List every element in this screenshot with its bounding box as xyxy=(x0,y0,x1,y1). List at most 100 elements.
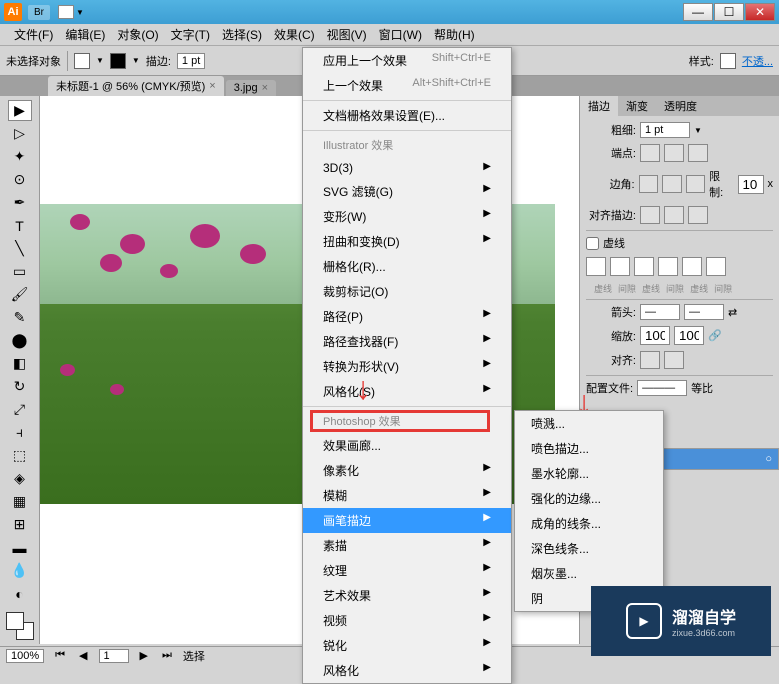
menu-file[interactable]: 文件(F) xyxy=(8,24,59,45)
blend-tool[interactable]: ◐ xyxy=(8,583,32,604)
scale-2[interactable] xyxy=(674,326,704,345)
corner-bevel[interactable] xyxy=(686,175,706,193)
arrow-start[interactable]: — xyxy=(640,304,680,320)
submenu-ink-outlines[interactable]: 墨水轮廓... xyxy=(515,461,663,486)
paintbrush-tool[interactable]: 🖌 xyxy=(8,284,32,305)
menu-3d[interactable]: 3D(3)▶ xyxy=(303,157,511,179)
gradient-tool[interactable]: ▬ xyxy=(8,537,32,558)
menu-select[interactable]: 选择(S) xyxy=(216,24,268,45)
dash-3[interactable] xyxy=(682,257,702,276)
menu-svg-filter[interactable]: SVG 滤镜(G)▶ xyxy=(303,179,511,204)
align-arrow-1[interactable] xyxy=(640,351,660,369)
menu-doc-raster[interactable]: 文档栅格效果设置(E)... xyxy=(303,103,511,128)
submenu-sprayed-strokes[interactable]: 喷色描边... xyxy=(515,436,663,461)
menu-warp[interactable]: 变形(W)▶ xyxy=(303,204,511,229)
eraser-tool[interactable]: ◧ xyxy=(8,353,32,374)
tab-doc-2[interactable]: 3.jpg × xyxy=(226,80,276,96)
maximize-button[interactable]: ☐ xyxy=(714,3,744,21)
menu-distort[interactable]: 扭曲和变换(D)▶ xyxy=(303,229,511,254)
free-transform-tool[interactable]: ⬚ xyxy=(8,445,32,466)
menu-crop-marks[interactable]: 裁剪标记(O) xyxy=(303,279,511,304)
menu-blur[interactable]: 模糊▶ xyxy=(303,483,511,508)
opacity-link[interactable]: 不透... xyxy=(742,53,773,69)
dashed-checkbox[interactable] xyxy=(586,237,599,250)
tab-transparency[interactable]: 透明度 xyxy=(656,96,705,116)
rotate-tool[interactable]: ↻ xyxy=(8,376,32,397)
menu-type[interactable]: 文字(T) xyxy=(165,24,216,45)
menu-object[interactable]: 对象(O) xyxy=(111,24,164,45)
menu-artistic[interactable]: 艺术效果▶ xyxy=(303,583,511,608)
close-icon[interactable]: × xyxy=(209,80,215,92)
cap-square[interactable] xyxy=(688,144,708,162)
align-arrow-2[interactable] xyxy=(664,351,684,369)
blob-brush-tool[interactable]: ⬤ xyxy=(8,330,32,351)
align-center[interactable] xyxy=(640,206,660,224)
color-swatches[interactable] xyxy=(6,612,34,640)
magic-wand-tool[interactable]: ✦ xyxy=(8,146,32,167)
menu-window[interactable]: 窗口(W) xyxy=(373,24,428,45)
cap-round[interactable] xyxy=(664,144,684,162)
link-icon[interactable]: 🔗 xyxy=(708,329,722,342)
type-tool[interactable]: T xyxy=(8,215,32,236)
tab-stroke[interactable]: 描边 xyxy=(580,96,618,116)
submenu-dark-strokes[interactable]: 深色线条... xyxy=(515,536,663,561)
menu-effect[interactable]: 效果(C) xyxy=(268,24,321,45)
gap-3[interactable] xyxy=(706,257,726,276)
line-tool[interactable]: ╲ xyxy=(8,238,32,259)
menu-view[interactable]: 视图(V) xyxy=(321,24,373,45)
zoom-select[interactable]: 100% xyxy=(6,649,44,663)
cap-butt[interactable] xyxy=(640,144,660,162)
menu-rasterize[interactable]: 栅格化(R)... xyxy=(303,254,511,279)
style-swatch[interactable] xyxy=(720,53,736,69)
swap-icon[interactable]: ⇄ xyxy=(728,306,737,319)
arrow-end[interactable]: — xyxy=(684,304,724,320)
page-input[interactable]: 1 xyxy=(99,649,129,663)
chevron-down-icon[interactable]: ▼ xyxy=(132,56,140,65)
align-inside[interactable] xyxy=(664,206,684,224)
chevron-down-icon[interactable]: ▼ xyxy=(96,56,104,65)
menu-stylize-ps[interactable]: 风格化▶ xyxy=(303,658,511,683)
close-icon[interactable]: × xyxy=(262,82,268,94)
limit-input[interactable] xyxy=(738,175,764,194)
gap-1[interactable] xyxy=(610,257,630,276)
chevron-down-icon[interactable]: ▼ xyxy=(694,126,702,135)
stroke-weight-select[interactable]: 1 pt xyxy=(177,53,205,69)
prev-page-icon[interactable]: ◀ xyxy=(76,649,90,662)
stroke-swatch[interactable] xyxy=(110,53,126,69)
submenu-sumi-e[interactable]: 烟灰墨... xyxy=(515,561,663,586)
menu-last-effect[interactable]: 上一个效果Alt+Shift+Ctrl+E xyxy=(303,73,511,98)
width-tool[interactable]: ⫞ xyxy=(8,422,32,443)
layout-selector[interactable]: ▼ xyxy=(58,5,84,19)
corner-round[interactable] xyxy=(662,175,682,193)
target-icon[interactable]: ○ xyxy=(765,453,772,465)
bridge-label[interactable]: Br xyxy=(28,5,50,20)
menu-video[interactable]: 视频▶ xyxy=(303,608,511,633)
selection-tool[interactable]: ▶ xyxy=(8,100,32,121)
scale-tool[interactable]: ⤢ xyxy=(8,399,32,420)
gap-2[interactable] xyxy=(658,257,678,276)
menu-edit[interactable]: 编辑(E) xyxy=(59,24,111,45)
menu-effect-gallery[interactable]: 效果画廊... xyxy=(303,433,511,458)
menu-brush-strokes[interactable]: 画笔描边▶ xyxy=(303,508,511,533)
fill-swatch[interactable] xyxy=(74,53,90,69)
close-button[interactable]: ✕ xyxy=(745,3,775,21)
menu-apply-last[interactable]: 应用上一个效果Shift+Ctrl+E xyxy=(303,48,511,73)
menu-sharpen[interactable]: 锐化▶ xyxy=(303,633,511,658)
submenu-angled-strokes[interactable]: 成角的线条... xyxy=(515,511,663,536)
menu-convert-shape[interactable]: 转换为形状(V)▶ xyxy=(303,354,511,379)
corner-miter[interactable] xyxy=(639,175,659,193)
tab-gradient[interactable]: 渐变 xyxy=(618,96,656,116)
menu-stylize-ai[interactable]: 风格化(S)▶ xyxy=(303,379,511,404)
weight-select[interactable]: 1 pt xyxy=(640,122,690,138)
next-page-icon[interactable]: ▶ xyxy=(137,649,151,662)
scale-1[interactable] xyxy=(640,326,670,345)
menu-help[interactable]: 帮助(H) xyxy=(428,24,481,45)
submenu-accented-edges[interactable]: 强化的边缘... xyxy=(515,486,663,511)
fill-color[interactable] xyxy=(6,612,24,630)
pencil-tool[interactable]: ✎ xyxy=(8,307,32,328)
tab-doc-1[interactable]: 未标题-1 @ 56% (CMYK/预览) × xyxy=(48,76,224,96)
align-outside[interactable] xyxy=(688,206,708,224)
menu-pixelate[interactable]: 像素化▶ xyxy=(303,458,511,483)
dash-1[interactable] xyxy=(586,257,606,276)
submenu-spatter[interactable]: 喷溅... xyxy=(515,411,663,436)
